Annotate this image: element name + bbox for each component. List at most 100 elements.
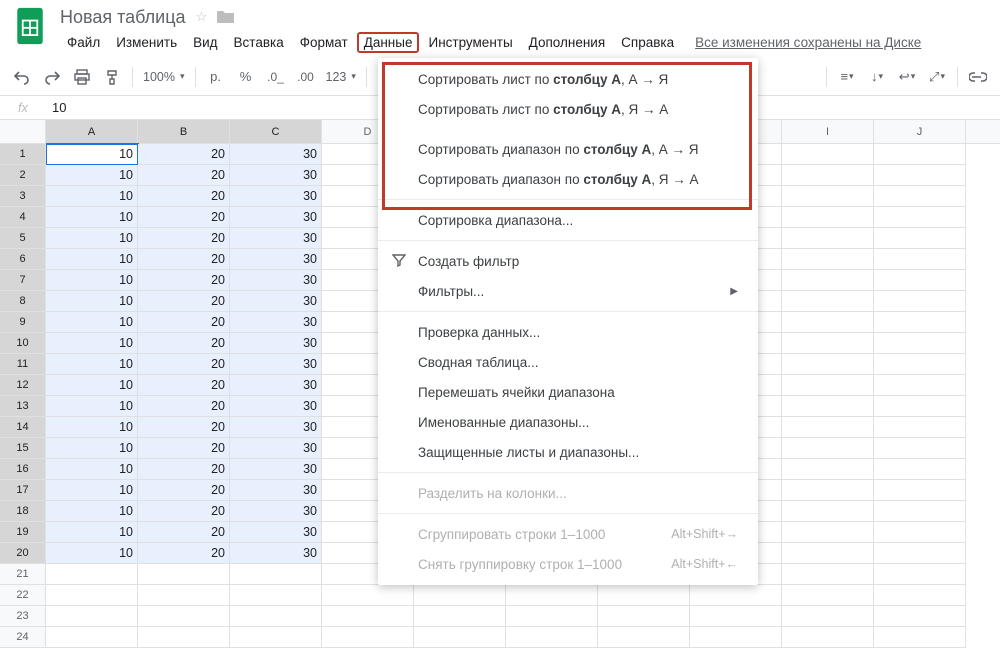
cell[interactable]: 10: [46, 375, 138, 396]
row-header[interactable]: 5: [0, 228, 45, 249]
cell[interactable]: [782, 627, 874, 648]
cell[interactable]: [874, 249, 966, 270]
valign-button[interactable]: ↓▾: [863, 64, 891, 90]
cell[interactable]: [874, 522, 966, 543]
menu-sort-range[interactable]: Сортировка диапазона...: [378, 205, 758, 235]
cell[interactable]: [322, 606, 414, 627]
menu-data-validation[interactable]: Проверка данных...: [378, 317, 758, 347]
cell[interactable]: [230, 627, 322, 648]
cell[interactable]: [782, 186, 874, 207]
rotate-button[interactable]: ⤢▾: [923, 64, 951, 90]
cell[interactable]: [690, 627, 782, 648]
cell[interactable]: 30: [230, 291, 322, 312]
cell[interactable]: 10: [46, 333, 138, 354]
cell[interactable]: [506, 606, 598, 627]
cell[interactable]: 30: [230, 375, 322, 396]
cell[interactable]: [874, 459, 966, 480]
cell[interactable]: 20: [138, 186, 230, 207]
row-header[interactable]: 2: [0, 165, 45, 186]
formula-value[interactable]: 10: [46, 100, 66, 115]
cell[interactable]: [506, 627, 598, 648]
cell[interactable]: 20: [138, 417, 230, 438]
cell[interactable]: 30: [230, 312, 322, 333]
cell[interactable]: 10: [46, 186, 138, 207]
print-button[interactable]: [68, 64, 96, 90]
cell[interactable]: [782, 585, 874, 606]
cell[interactable]: [874, 417, 966, 438]
cell[interactable]: 10: [46, 480, 138, 501]
cell[interactable]: 20: [138, 312, 230, 333]
cell[interactable]: [874, 354, 966, 375]
menu-вставка[interactable]: Вставка: [227, 32, 291, 53]
cell[interactable]: [874, 186, 966, 207]
cell[interactable]: [138, 606, 230, 627]
cell[interactable]: 30: [230, 354, 322, 375]
cell[interactable]: 10: [46, 354, 138, 375]
row-header[interactable]: 13: [0, 396, 45, 417]
cell[interactable]: [782, 228, 874, 249]
row-header[interactable]: 24: [0, 627, 45, 648]
cell[interactable]: 10: [46, 270, 138, 291]
menu-shuffle[interactable]: Перемешать ячейки диапазона: [378, 377, 758, 407]
wrap-button[interactable]: ↩▾: [893, 64, 921, 90]
cell[interactable]: [598, 585, 690, 606]
row-header[interactable]: 17: [0, 480, 45, 501]
cell[interactable]: [782, 144, 874, 165]
cell[interactable]: [782, 270, 874, 291]
cell[interactable]: 20: [138, 354, 230, 375]
cell[interactable]: [138, 585, 230, 606]
cell[interactable]: [874, 480, 966, 501]
cell[interactable]: 20: [138, 144, 230, 165]
cell[interactable]: [874, 627, 966, 648]
cell[interactable]: [414, 627, 506, 648]
sheets-logo[interactable]: [10, 6, 50, 46]
cell[interactable]: [874, 606, 966, 627]
cell[interactable]: [874, 144, 966, 165]
menu-sort-sheet-za[interactable]: Сортировать лист по столбцу A, Я → А: [378, 94, 758, 124]
cell[interactable]: 10: [46, 228, 138, 249]
cell[interactable]: 10: [46, 249, 138, 270]
cell[interactable]: 20: [138, 480, 230, 501]
col-header[interactable]: I: [782, 120, 874, 143]
cell[interactable]: 20: [138, 375, 230, 396]
cell[interactable]: [322, 585, 414, 606]
menu-справка[interactable]: Справка: [614, 32, 681, 53]
save-status[interactable]: Все изменения сохранены на Диске: [695, 35, 921, 50]
cell[interactable]: [230, 585, 322, 606]
cell[interactable]: [322, 627, 414, 648]
col-header[interactable]: J: [874, 120, 966, 143]
cell[interactable]: 30: [230, 270, 322, 291]
cell[interactable]: [782, 522, 874, 543]
row-header[interactable]: 16: [0, 459, 45, 480]
cell[interactable]: [782, 207, 874, 228]
percent-button[interactable]: %: [232, 64, 260, 90]
cell[interactable]: 30: [230, 333, 322, 354]
cell[interactable]: 10: [46, 396, 138, 417]
cell[interactable]: 20: [138, 249, 230, 270]
cell[interactable]: [598, 627, 690, 648]
cell[interactable]: [874, 291, 966, 312]
cell[interactable]: 10: [46, 459, 138, 480]
cell[interactable]: 10: [46, 291, 138, 312]
cell[interactable]: [782, 354, 874, 375]
cell[interactable]: [874, 207, 966, 228]
cell[interactable]: [782, 480, 874, 501]
cell[interactable]: [598, 606, 690, 627]
cell[interactable]: [874, 585, 966, 606]
row-header[interactable]: 20: [0, 543, 45, 564]
cell[interactable]: 20: [138, 459, 230, 480]
cell[interactable]: [138, 564, 230, 585]
cell[interactable]: 10: [46, 312, 138, 333]
cell[interactable]: 10: [46, 417, 138, 438]
cell[interactable]: 30: [230, 480, 322, 501]
menu-дополнения[interactable]: Дополнения: [522, 32, 612, 53]
cell[interactable]: [874, 396, 966, 417]
cell[interactable]: [782, 291, 874, 312]
cell[interactable]: 20: [138, 396, 230, 417]
cell[interactable]: 30: [230, 417, 322, 438]
cell[interactable]: 30: [230, 207, 322, 228]
cell[interactable]: [782, 312, 874, 333]
cell[interactable]: 20: [138, 543, 230, 564]
row-header[interactable]: 12: [0, 375, 45, 396]
cell[interactable]: [690, 585, 782, 606]
